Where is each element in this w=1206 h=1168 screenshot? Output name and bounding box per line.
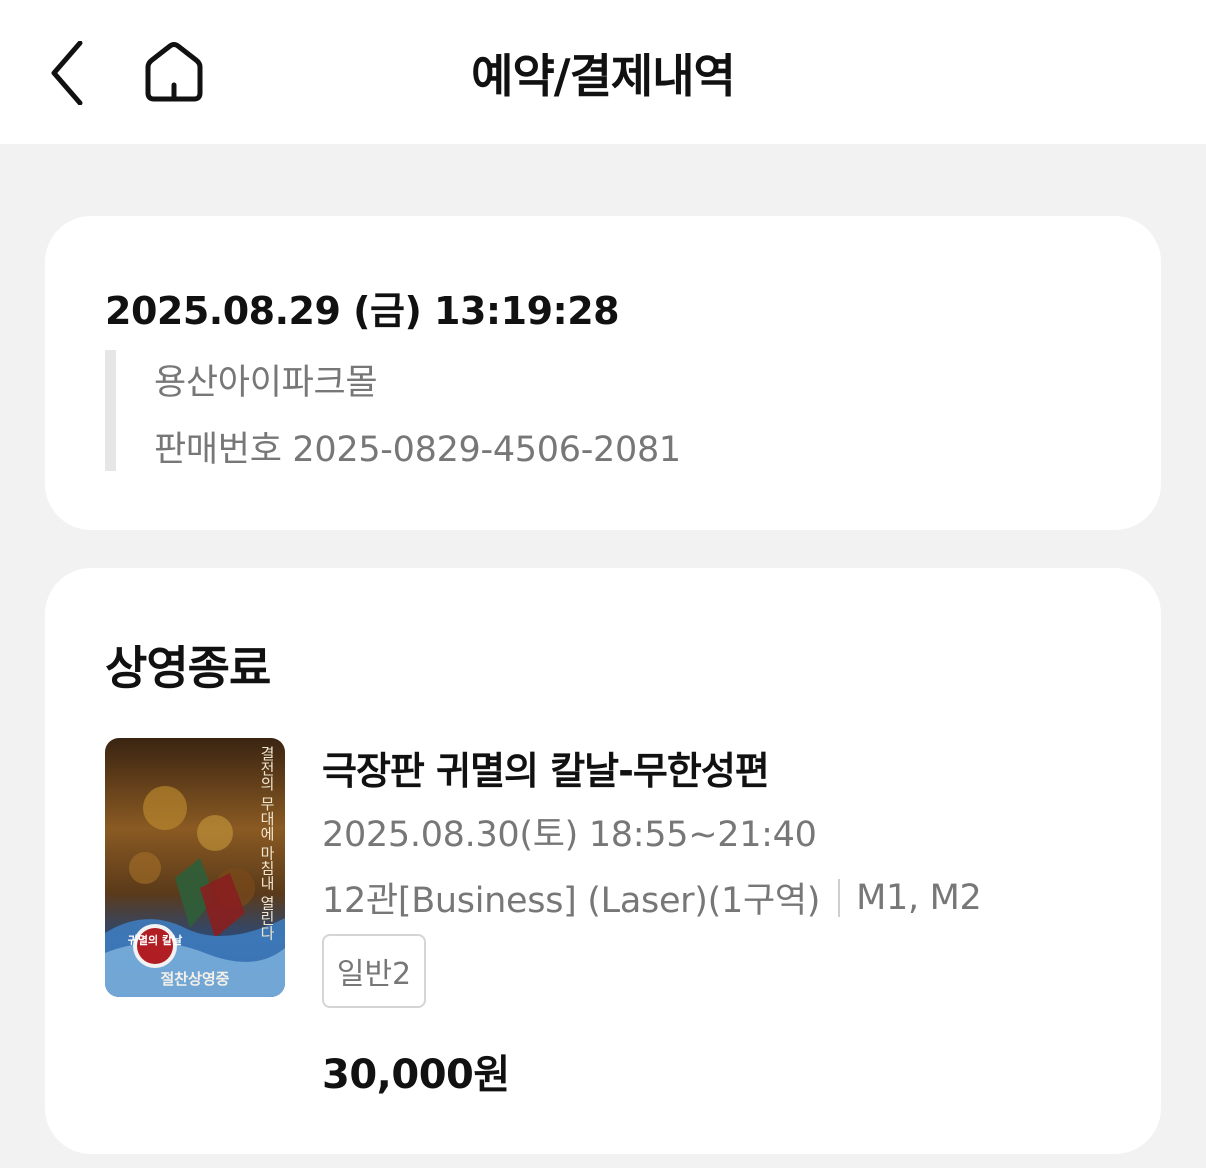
poster-image: 귀멸의 칼날 결전의 무대에 마침내 열린다 절찬상영중 — [105, 738, 285, 997]
sales-number: 판매번호 2025-0829-4506-2081 — [154, 430, 681, 470]
theater-name: 12관[Business] (Laser)(1구역) — [322, 881, 821, 921]
poster-logo-text: 귀멸의 칼날 — [128, 933, 182, 947]
showtime: 2025.08.30(토) 18:55~21:40 — [322, 815, 817, 855]
movie-title[interactable]: 극장판 귀멸의 칼날-무한성편 — [322, 740, 770, 795]
cinema-name: 용산아이파크몰 — [154, 363, 378, 403]
order-datetime: 2025.08.29 (금) 13:19:28 — [105, 289, 620, 333]
movie-poster[interactable]: 귀멸의 칼날 결전의 무대에 마침내 열린다 절찬상영중 — [105, 738, 285, 997]
ticket-type-badge: 일반2 — [322, 934, 426, 1008]
seat-numbers: M1, M2 — [856, 877, 982, 918]
order-info: 용산아이파크몰 판매번호 2025-0829-4506-2081 — [105, 350, 805, 471]
ticket-price: 30,000원 — [322, 1052, 510, 1098]
poster-vertical-caption: 결전의 무대에 마침내 열린다 — [258, 746, 276, 941]
divider — [838, 878, 841, 917]
poster-bottom-text: 절찬상영중 — [160, 970, 229, 988]
page-title: 예약/결제내역 — [471, 49, 736, 103]
theater-info: 12관[Business] (Laser)(1구역) M1, M2 — [322, 872, 982, 923]
screening-status: 상영종료 — [105, 641, 271, 695]
top-app-bar: 예약/결제내역 — [0, 0, 1206, 144]
